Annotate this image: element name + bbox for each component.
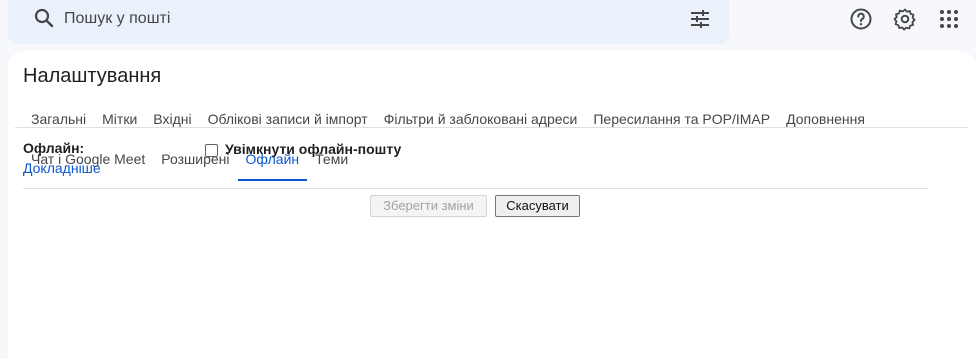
gear-icon[interactable]: [893, 7, 917, 31]
tab-addons[interactable]: Доповнення: [778, 101, 873, 141]
settings-tabs: Загальні Мітки Вхідні Облікові записи й …: [23, 101, 943, 181]
tab-row-2: Чат і Google Meet Розширені Офлайн Теми: [23, 141, 943, 181]
top-bar: Пошук у пошті: [0, 0, 976, 48]
enable-offline-checkbox[interactable]: [205, 144, 218, 157]
search-input[interactable]: Пошук у пошті: [64, 10, 170, 28]
save-changes-button[interactable]: Зберегти зміни: [370, 195, 487, 217]
tab-general[interactable]: Загальні: [23, 101, 94, 141]
learn-more-link[interactable]: Докладніше: [23, 160, 101, 176]
tab-accounts-import[interactable]: Облікові записи й імпорт: [200, 101, 376, 141]
search-bar[interactable]: Пошук у пошті: [8, 0, 729, 44]
search-icon[interactable]: [32, 6, 56, 30]
help-icon[interactable]: [849, 7, 873, 31]
cancel-button[interactable]: Скасувати: [495, 195, 580, 217]
tab-forwarding-pop-imap[interactable]: Пересилання та POP/IMAP: [585, 101, 778, 141]
offline-label: Офлайн:: [23, 140, 85, 156]
page-title: Налаштування: [23, 65, 162, 87]
tab-filters-blocked[interactable]: Фільтри й заблоковані адреси: [376, 101, 586, 141]
settings-panel: Налаштування Загальні Мітки Вхідні Облік…: [8, 51, 976, 359]
tab-inbox[interactable]: Вхідні: [145, 101, 199, 141]
enable-offline-label[interactable]: Увімкнути офлайн-пошту: [225, 141, 401, 157]
section-divider: [23, 188, 928, 189]
tabs-divider: [15, 127, 968, 128]
tab-row-1: Загальні Мітки Вхідні Облікові записи й …: [23, 101, 943, 141]
tune-icon[interactable]: [688, 7, 712, 31]
tab-labels[interactable]: Мітки: [94, 101, 145, 141]
apps-icon[interactable]: [937, 7, 961, 31]
